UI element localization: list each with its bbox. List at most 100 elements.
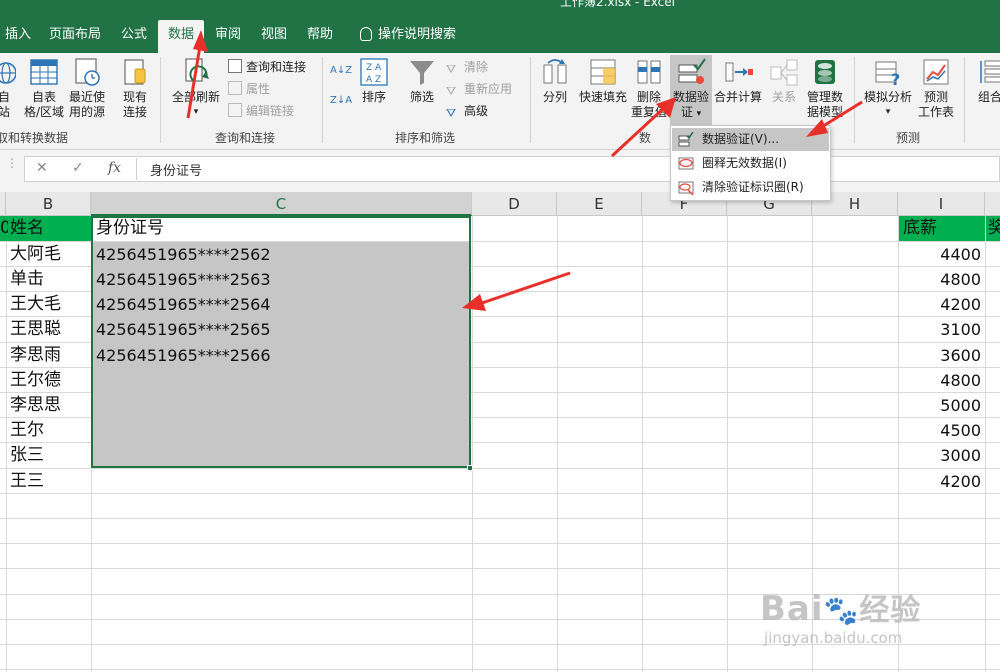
manage-data-model-button[interactable]: 管理数 据模型 — [802, 57, 848, 120]
column-header-c[interactable]: C — [91, 192, 472, 216]
column-header-d[interactable]: D — [472, 192, 557, 216]
salary-cell[interactable]: 3600 — [899, 343, 985, 368]
sort-za-button[interactable]: Z↓A — [330, 93, 352, 108]
name-cell[interactable]: 李思思 — [10, 393, 90, 418]
menu-item-clear-circles[interactable]: 清除验证标识圈(R) — [672, 176, 829, 199]
sort-button[interactable]: Z A A Z 排序 — [356, 57, 392, 105]
id-cell[interactable]: 4256451965****2565 — [96, 317, 466, 342]
salary-cell[interactable]: 5000 — [899, 393, 985, 418]
column-header-b[interactable]: B — [6, 192, 91, 216]
queries-icon — [228, 59, 242, 73]
refresh-all-button[interactable]: 全部刷新 ▾ — [168, 57, 224, 120]
edit-links-label: 编辑链接 — [246, 104, 295, 118]
name-cell[interactable]: 王大毛 — [10, 292, 90, 317]
salary-cell[interactable]: 4200 — [899, 292, 985, 317]
existing-connections-button[interactable]: 现有 连接 — [114, 57, 156, 120]
advanced-filter-button[interactable]: ⛛ 高级 — [446, 101, 488, 121]
column-header-e[interactable]: E — [557, 192, 642, 216]
group-get-transform-label: 取和转换数据 — [0, 131, 68, 145]
menu-item-circle-invalid[interactable]: 圈释无效数据(I) — [672, 152, 829, 175]
salary-cell[interactable]: 4800 — [899, 368, 985, 393]
svg-text:Z A: Z A — [366, 63, 382, 73]
tab-formulas[interactable]: 公式 — [112, 20, 156, 53]
id-cell[interactable]: 4256451965****2562 — [96, 242, 466, 267]
header-cell-j[interactable]: 奖 — [988, 216, 1000, 241]
id-cell[interactable]: 4256451965****2563 — [96, 267, 466, 292]
name-cell[interactable]: 王思聪 — [10, 317, 90, 342]
insert-function-icon[interactable]: fx — [108, 160, 121, 176]
salary-cell[interactable]: 3100 — [899, 317, 985, 342]
fill-handle[interactable] — [467, 465, 473, 471]
recent-sources-label: 最近使 用的源 — [68, 90, 105, 119]
header-cell-a[interactable]: 0 — [0, 216, 8, 241]
salary-cell[interactable]: 4800 — [899, 267, 985, 292]
data-model-icon — [815, 60, 835, 84]
tab-data[interactable]: 数据 — [158, 20, 204, 53]
name-cell[interactable]: 王尔德 — [10, 368, 90, 393]
tab-review[interactable]: 审阅 — [206, 20, 250, 53]
funnel-icon — [410, 61, 434, 85]
group-data-tools-label: 数 — [638, 131, 651, 145]
from-table-button[interactable]: 自表 格/区域 — [20, 57, 68, 120]
reapply-button[interactable]: ⛛ 重新应用 — [446, 79, 512, 99]
gridline — [557, 216, 558, 672]
id-cell[interactable]: 4256451965****2566 — [96, 343, 466, 368]
what-if-analysis-button[interactable]: ? 模拟分析 ▾ — [858, 57, 918, 120]
formula-content[interactable]: 身份证号 — [150, 160, 202, 179]
column-header-i[interactable]: I — [898, 192, 985, 216]
filter-button[interactable]: 筛选 — [402, 57, 442, 105]
group-rows-icon — [980, 60, 1000, 83]
remove-duplicates-button[interactable]: 删除 重复值 — [630, 57, 668, 120]
name-cell[interactable]: 大阿毛 — [10, 242, 90, 267]
tab-insert[interactable]: 插入 — [0, 20, 36, 53]
header-cell-b[interactable]: 姓名 — [10, 216, 90, 241]
chevron-down-icon: ▾ — [193, 107, 199, 117]
name-cell[interactable]: 张三 — [10, 443, 90, 468]
relationships-button[interactable]: 关系 — [766, 57, 802, 105]
sort-label: 排序 — [361, 90, 386, 104]
tab-page-layout[interactable]: 页面布局 — [40, 20, 110, 53]
edit-links-button[interactable]: 编辑链接 — [228, 101, 294, 121]
header-cell-c[interactable]: 身份证号 — [96, 216, 466, 241]
header-cell-i[interactable]: 底薪 — [903, 216, 983, 241]
text-to-columns-button[interactable]: 分列 — [536, 57, 574, 105]
properties-icon — [228, 81, 242, 95]
group-separator — [854, 57, 855, 143]
existing-connections-label: 现有 连接 — [122, 90, 147, 119]
salary-cell[interactable]: 4400 — [899, 242, 985, 267]
recent-sources-icon — [75, 58, 100, 86]
name-box-grip[interactable]: ⋮ — [6, 157, 18, 180]
tell-me-search[interactable]: 操作说明搜索 — [352, 20, 464, 53]
name-cell[interactable]: 李思雨 — [10, 343, 90, 368]
menu-item-data-validation[interactable]: 数据验证(V)... — [672, 128, 829, 151]
recent-sources-button[interactable]: 最近使 用的源 — [66, 57, 108, 120]
group-button[interactable]: 组合 — [970, 57, 1000, 105]
name-cell[interactable]: 单击 — [10, 267, 90, 292]
name-cell[interactable]: 王尔 — [10, 418, 90, 443]
tab-view[interactable]: 视图 — [252, 20, 296, 53]
enter-icon[interactable]: ✓ — [72, 160, 84, 176]
group-separator — [530, 57, 531, 143]
tab-help[interactable]: 帮助 — [298, 20, 342, 53]
forecast-chart-icon — [923, 59, 949, 85]
name-cell[interactable]: 王三 — [10, 469, 90, 494]
what-if-label: 模拟分析 — [863, 90, 912, 104]
get-data-button[interactable]: 自 站 — [0, 57, 18, 120]
filter-label: 筛选 — [409, 90, 434, 104]
salary-cell[interactable]: 4200 — [899, 469, 985, 494]
window-title: 工作簿2.xlsx - Excel — [560, 0, 675, 9]
flash-fill-button[interactable]: 快速填充 — [576, 57, 630, 105]
gridline — [0, 568, 1000, 569]
consolidate-button[interactable]: 合并计算 — [712, 57, 764, 105]
salary-cell[interactable]: 3000 — [899, 443, 985, 468]
forecast-sheet-button[interactable]: 预测 工作表 — [914, 57, 958, 120]
id-cell[interactable]: 4256451965****2564 — [96, 292, 466, 317]
properties-button[interactable]: 属性 — [228, 79, 270, 99]
clear-filter-button[interactable]: ⛛ 清除 — [446, 57, 488, 77]
baidu-watermark: Bai🐾经验 jingyan.baidu.com — [760, 585, 921, 647]
sort-az-button[interactable]: A↓Z — [330, 63, 352, 78]
data-validation-button[interactable]: 数据验 证 ▾ — [670, 55, 712, 127]
cancel-icon[interactable]: ✕ — [36, 160, 48, 176]
salary-cell[interactable]: 4500 — [899, 418, 985, 443]
queries-connections-button[interactable]: 查询和连接 — [228, 57, 306, 77]
